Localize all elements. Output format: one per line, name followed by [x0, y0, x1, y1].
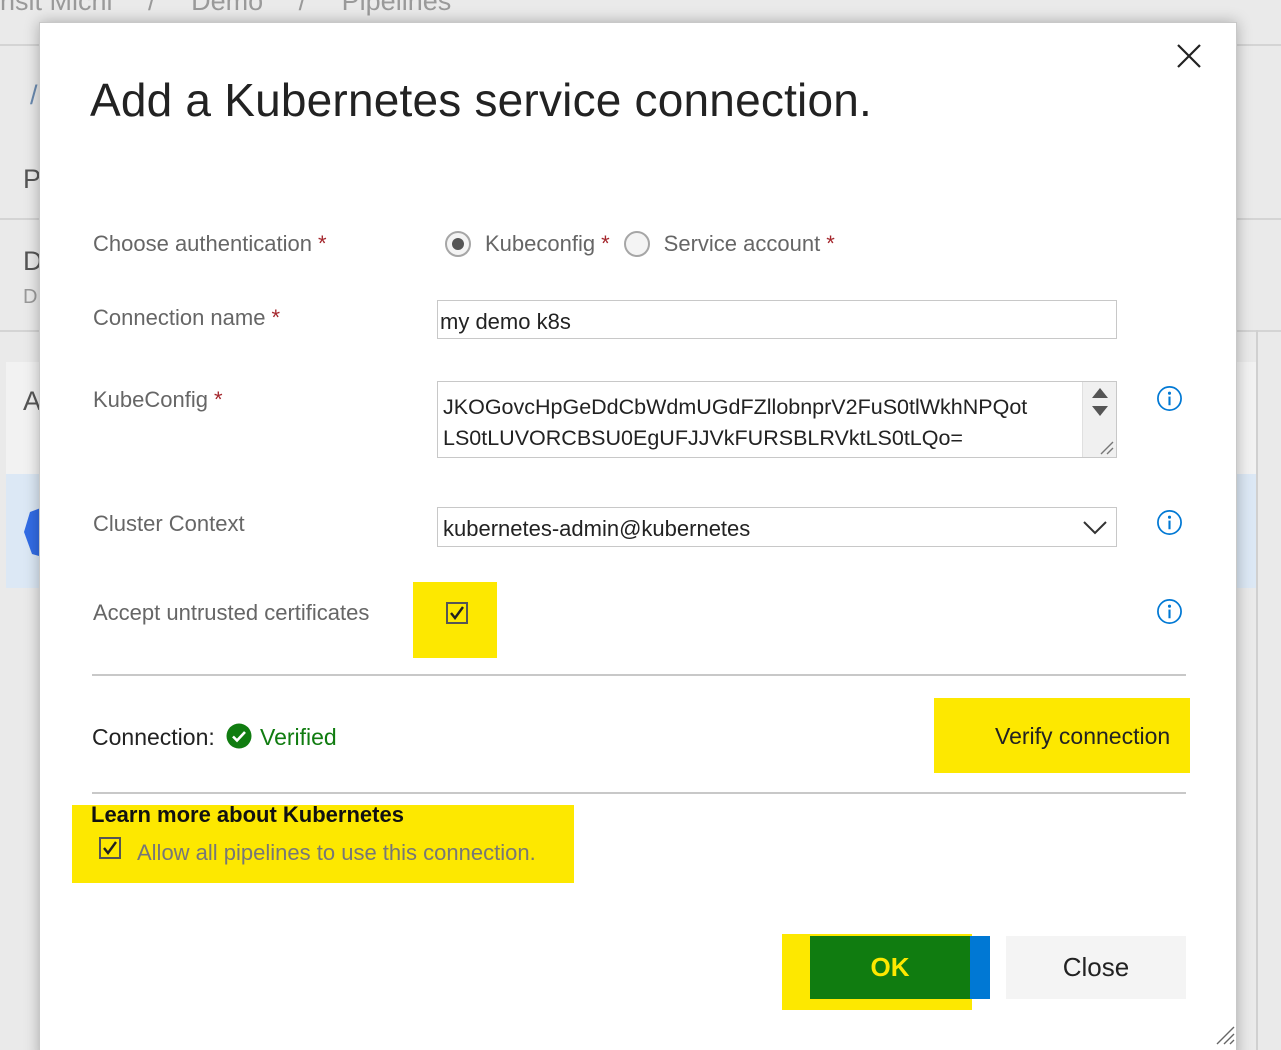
ok-button[interactable]: OK: [810, 936, 990, 999]
connection-status-label: Connection:: [92, 724, 215, 750]
checkmark-icon: [103, 841, 117, 855]
breadcrumb-separator: /: [148, 0, 156, 16]
required-mark: *: [317, 231, 327, 256]
required-mark: *: [213, 387, 223, 412]
service-account-radio-label: Service account: [663, 231, 821, 256]
chevron-down-icon: [1083, 521, 1107, 535]
cluster-context-value: kubernetes-admin@kubernetes: [443, 516, 751, 541]
required-mark: *: [271, 305, 281, 330]
kubeconfig-label-text: KubeConfig: [93, 387, 208, 412]
allow-all-pipelines-checkbox[interactable]: [99, 837, 121, 859]
bg-vertical-rule: [1256, 330, 1258, 1050]
required-mark: *: [601, 231, 610, 256]
bg-link-fragment: /: [30, 80, 38, 110]
close-icon[interactable]: [1174, 41, 1204, 71]
kubeconfig-line: LS0tLUVORCBSU0EgUFJJVkFURSBLRVktLS0tLQo=: [443, 426, 963, 450]
radio-selected-icon[interactable]: [445, 231, 471, 257]
kubeconfig-line: JKOGovcHpGeDdCbWdmUGdFZllobnprV2FuS0tlWk…: [443, 395, 1028, 419]
breadcrumb-project[interactable]: Demo: [191, 0, 263, 16]
kubeconfig-content[interactable]: JKOGovcHpGeDdCbWdmUGdFZllobnprV2FuS0tlWk…: [443, 392, 1075, 454]
accept-untrusted-label: Accept untrusted certificates: [93, 600, 370, 625]
scroll-down-arrow-icon[interactable]: [1092, 406, 1108, 416]
dialog-title: Add a Kubernetes service connection.: [90, 74, 873, 126]
kubeconfig-scrollbar[interactable]: [1082, 382, 1116, 457]
cluster-context-dropdown[interactable]: kubernetes-admin@kubernetes: [437, 507, 1117, 547]
kubernetes-connection-dialog: Add a Kubernetes service connection. Cho…: [39, 22, 1237, 1050]
authentication-label: Choose authentication *: [93, 231, 327, 257]
checkmark-icon: [450, 606, 464, 620]
close-button[interactable]: Close: [1006, 936, 1186, 999]
radio-unselected-icon[interactable]: [623, 231, 650, 257]
authentication-label-text: Choose authentication: [93, 231, 312, 256]
verified-check-icon: [226, 723, 252, 749]
authentication-radio-group: Kubeconfig * Service account *: [445, 231, 849, 257]
cluster-context-label: Cluster Context: [93, 511, 245, 536]
breadcrumb-pipelines[interactable]: Pipelines: [342, 0, 452, 16]
bg-subtitle-fragment: D: [23, 286, 38, 308]
kubeconfig-label: KubeConfig *: [93, 387, 223, 413]
breadcrumb-org[interactable]: nsit Michi: [0, 0, 113, 16]
kubeconfig-radio[interactable]: Kubeconfig *: [445, 231, 610, 257]
kubeconfig-radio-label: Kubeconfig: [485, 231, 596, 256]
accept-untrusted-info-icon[interactable]: [1156, 598, 1183, 625]
scroll-up-arrow-icon[interactable]: [1092, 388, 1108, 398]
kubeconfig-info-icon[interactable]: [1156, 385, 1183, 412]
required-mark: *: [826, 231, 835, 256]
breadcrumb-separator: /: [298, 0, 307, 16]
cluster-context-info-icon[interactable]: [1156, 509, 1183, 536]
accept-untrusted-checkbox[interactable]: [446, 602, 468, 624]
allow-all-pipelines-label: Allow all pipelines to use this connecti…: [137, 840, 536, 865]
divider: [92, 674, 1186, 676]
connection-name-label: Connection name *: [93, 305, 280, 331]
ok-button-label: OK: [810, 936, 970, 999]
resize-grip-icon[interactable]: [1096, 437, 1114, 455]
connection-name-input[interactable]: my demo k8s: [437, 300, 1117, 339]
connection-status-value: Verified: [260, 724, 337, 750]
connection-name-label-text: Connection name: [93, 305, 266, 330]
service-account-radio[interactable]: Service account *: [623, 231, 835, 257]
kubeconfig-textarea[interactable]: JKOGovcHpGeDdCbWdmUGdFZllobnprV2FuS0tlWk…: [437, 381, 1117, 458]
divider: [92, 792, 1186, 794]
learn-more-link[interactable]: Learn more about Kubernetes: [91, 802, 404, 828]
breadcrumb: nsit Michi / Demo / Pipelines: [0, 0, 479, 17]
verify-connection-button[interactable]: Verify connection: [995, 723, 1170, 750]
resize-grip-icon[interactable]: [1213, 1023, 1235, 1045]
